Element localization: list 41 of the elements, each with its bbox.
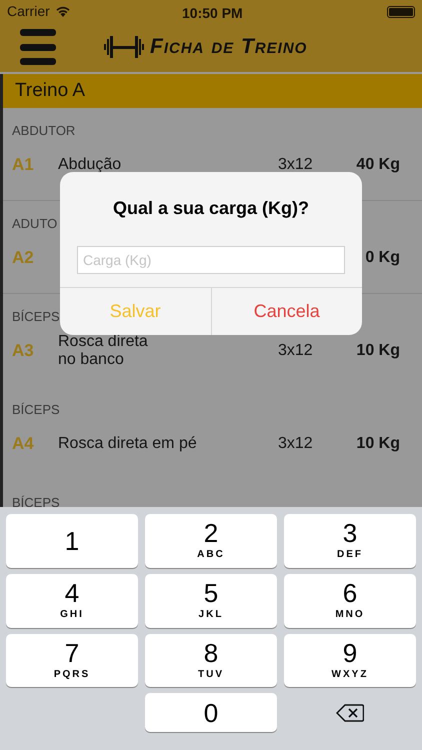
exercise-code: A2 — [12, 246, 35, 269]
muscle-group-label: ADUTO — [12, 215, 58, 233]
weight-value: 10 Kg — [356, 434, 400, 454]
keypad-key[interactable]: 9 WXYZ — [284, 634, 416, 688]
keypad-key[interactable]: 8 TUV — [145, 634, 277, 688]
muscle-group-label: ABDUTOR — [12, 122, 76, 140]
dumbbell-icon — [104, 36, 144, 58]
sets-reps: 3x12 — [278, 434, 314, 454]
app-title: Ficha de Treino — [150, 34, 308, 60]
sets-reps: 3x12 — [278, 340, 314, 360]
keypad-key[interactable]: 0 — [145, 693, 277, 732]
keypad-key[interactable]: 1 — [6, 514, 138, 568]
carrier-label: Carrier — [7, 2, 50, 20]
weight-value: 0 Kg — [365, 248, 400, 268]
keypad-key[interactable]: 4 GHI — [6, 574, 138, 628]
keypad-key[interactable]: 2 ABC — [145, 514, 277, 568]
dialog-title: Qual a sua carga (Kg)? — [112, 197, 310, 220]
sets-reps: 3x12 — [278, 154, 314, 174]
wifi-icon — [54, 5, 71, 17]
keypad-key[interactable]: 3 DEF — [284, 514, 416, 568]
exercise-code: A4 — [12, 432, 35, 455]
muscle-group-label: BÍCEPS — [12, 401, 60, 419]
exercise-name: Rosca direta no banco — [58, 332, 149, 368]
exercise-name: Abdução — [58, 156, 122, 174]
menu-icon[interactable] — [20, 29, 56, 65]
weight-input-field[interactable]: Carga (Kg) — [77, 246, 345, 274]
backspace-icon[interactable] — [336, 704, 364, 722]
clock-time: 10:50 PM — [182, 4, 243, 23]
keypad-key[interactable]: 7 PQRS — [6, 634, 138, 688]
muscle-group-label: BÍCEPS — [12, 308, 60, 326]
weight-value: 10 Kg — [356, 340, 400, 360]
weight-value: 40 Kg — [356, 154, 400, 174]
exercise-code: A1 — [12, 154, 35, 176]
muscle-group-label: BÍCEPS — [12, 494, 60, 507]
exercise-code: A3 — [12, 340, 35, 362]
keypad-key[interactable]: 5 JKL — [145, 574, 277, 628]
cancel-button[interactable]: Cancela — [210, 288, 362, 335]
battery-icon — [387, 6, 415, 18]
exercise-name: Rosca direta em pé — [58, 434, 198, 452]
section-title: Treino A — [15, 78, 86, 103]
keypad-key[interactable]: 6 MNO — [284, 574, 416, 628]
